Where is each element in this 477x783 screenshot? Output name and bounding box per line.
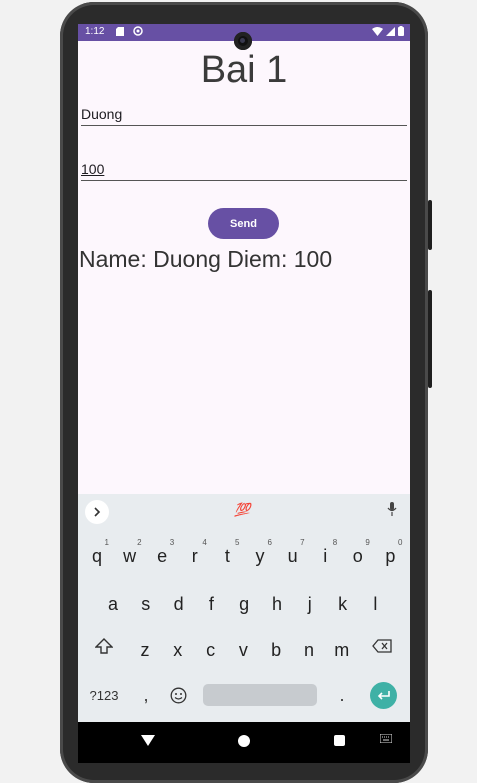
backspace-icon[interactable]: [370, 636, 394, 656]
key-label: i: [323, 545, 328, 566]
key-u[interactable]: u7: [278, 538, 308, 574]
microphone-icon[interactable]: [387, 502, 397, 519]
key-p[interactable]: p0: [375, 538, 405, 574]
key-label: c: [206, 639, 216, 660]
key-label: d: [173, 593, 184, 614]
key-label: h: [271, 593, 282, 614]
key-c[interactable]: c: [196, 632, 226, 668]
key-m[interactable]: m: [327, 632, 357, 668]
key-label: l: [373, 593, 378, 614]
navigation-bar: [78, 722, 410, 763]
key-f[interactable]: f: [196, 586, 226, 622]
key-b[interactable]: b: [261, 632, 291, 668]
volume-button: [428, 290, 432, 388]
key-label: w: [123, 545, 137, 566]
key-label: b: [271, 639, 282, 660]
signal-icon: [386, 26, 395, 39]
score-field-value: 100: [81, 161, 105, 177]
key-o[interactable]: o9: [343, 538, 373, 574]
recents-icon[interactable]: [334, 735, 345, 746]
key-w[interactable]: w2: [115, 538, 145, 574]
app-screen: 1:12 Bai 1 Duong 100 Send Name: Duong Di…: [78, 24, 410, 763]
name-field[interactable]: Duong: [81, 106, 407, 126]
key-y[interactable]: y6: [245, 538, 275, 574]
comma-key[interactable]: ,: [136, 682, 156, 708]
key-label: e: [157, 545, 168, 566]
score-field[interactable]: 100: [81, 160, 407, 181]
emoji-icon[interactable]: [167, 684, 189, 706]
key-label: z: [140, 639, 150, 660]
key-label: x: [173, 639, 183, 660]
keyboard-switch-icon[interactable]: [379, 733, 393, 745]
key-d[interactable]: d: [164, 586, 194, 622]
key-label: y: [255, 545, 265, 566]
space-bar[interactable]: [203, 684, 317, 706]
key-v[interactable]: v: [228, 632, 258, 668]
sd-card-icon: [116, 27, 124, 36]
name-field-value: Duong: [81, 106, 123, 122]
front-camera: [234, 32, 252, 50]
key-hint: 2: [137, 538, 142, 547]
key-n[interactable]: n: [294, 632, 324, 668]
key-hint: 8: [332, 538, 338, 547]
key-q[interactable]: q1: [82, 538, 112, 574]
key-hint: 4: [202, 538, 207, 547]
key-label: u: [287, 545, 298, 566]
key-t[interactable]: t5: [212, 538, 242, 574]
key-l[interactable]: l: [360, 586, 390, 622]
battery-icon: [398, 26, 404, 39]
key-s[interactable]: s: [131, 586, 161, 622]
keyboard-suggestion-bar: 💯: [78, 494, 410, 530]
status-right-icons: [372, 26, 404, 39]
key-x[interactable]: x: [163, 632, 193, 668]
power-button: [428, 200, 432, 250]
key-label: f: [208, 593, 214, 614]
wifi-icon: [372, 26, 383, 39]
suggestion-item[interactable]: 💯: [234, 502, 250, 518]
key-hint: 3: [169, 538, 175, 547]
key-e[interactable]: e3: [147, 538, 177, 574]
key-z[interactable]: z: [130, 632, 160, 668]
key-label: p: [385, 545, 396, 566]
expand-icon[interactable]: [85, 500, 109, 524]
key-label: q: [91, 545, 102, 566]
key-label: n: [303, 639, 314, 660]
home-icon[interactable]: [238, 735, 250, 747]
result-text: Name: Duong Diem: 100: [79, 246, 333, 272]
key-hint: 0: [397, 538, 403, 547]
key-i[interactable]: i8: [310, 538, 340, 574]
status-time: 1:12: [85, 26, 105, 37]
shift-icon[interactable]: [92, 634, 116, 658]
period-key[interactable]: .: [332, 682, 352, 708]
key-label: j: [307, 593, 312, 614]
key-hint: 9: [365, 538, 370, 547]
key-k[interactable]: k: [328, 586, 358, 622]
key-label: t: [224, 545, 230, 566]
key-g[interactable]: g: [229, 586, 259, 622]
back-icon[interactable]: [141, 735, 155, 746]
enter-icon[interactable]: [370, 682, 397, 709]
key-label: m: [334, 639, 350, 660]
key-hint: 6: [267, 538, 272, 547]
key-j[interactable]: j: [295, 586, 325, 622]
key-hint: 7: [300, 538, 305, 547]
key-label: o: [352, 545, 363, 566]
sync-icon: [133, 26, 143, 36]
key-label: r: [191, 545, 198, 566]
key-hint: 5: [234, 538, 240, 547]
key-label: k: [338, 593, 348, 614]
page-title: Bai 1: [200, 49, 288, 91]
key-hint: 1: [104, 538, 109, 547]
key-label: a: [107, 593, 118, 614]
send-button[interactable]: Send: [208, 208, 279, 239]
key-h[interactable]: h: [262, 586, 292, 622]
symbols-key[interactable]: ?123: [86, 684, 122, 706]
soft-keyboard: 💯 q1w2e3r4t5y6u7i8o9p0 asdfghjkl zxcvbnm…: [78, 494, 410, 722]
key-label: v: [238, 639, 248, 660]
key-r[interactable]: r4: [180, 538, 210, 574]
key-label: s: [141, 593, 151, 614]
key-label: g: [239, 593, 250, 614]
key-a[interactable]: a: [98, 586, 128, 622]
